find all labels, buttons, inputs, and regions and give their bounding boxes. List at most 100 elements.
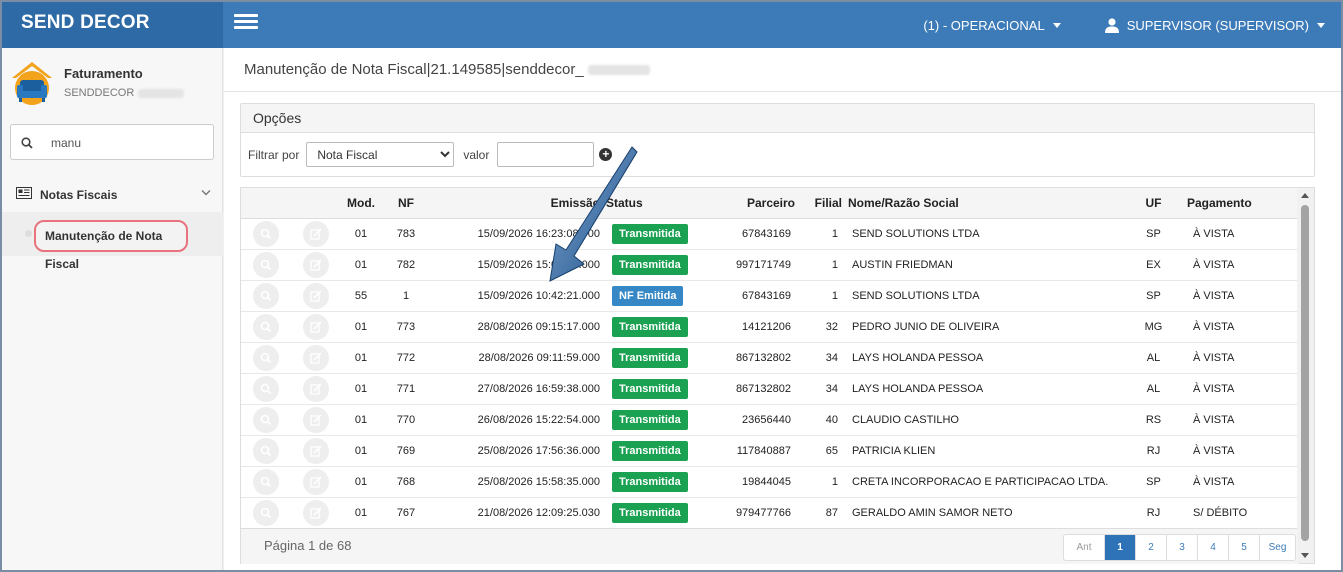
table-row[interactable]: 01 782 15/09/2026 15:05:10.000 Transmitida 9… [241,249,1299,281]
table-row[interactable]: 01 773 28/08/2026 09:15:17.000 Transmitida 1… [241,311,1299,343]
cell-nf: 782 [381,249,431,281]
table-row[interactable]: 01 769 25/08/2026 17:56:36.000 Transmitida 1… [241,435,1299,467]
plus-circle-icon[interactable]: + [599,148,613,161]
cell-pagamento: À VISTA [1181,466,1299,498]
table-row[interactable]: 01 772 28/08/2026 09:11:59.000 Transmitida 8… [241,342,1299,374]
column-header-uf[interactable]: UF [1126,188,1181,219]
pagination-page[interactable]: 1 [1104,535,1135,560]
table-row[interactable]: 01 771 27/08/2026 16:59:38.000 Transmitida 8… [241,373,1299,405]
sidebar-item-manutencao-nota-fiscal[interactable]: Manutenção de Nota Fiscal [34,220,188,271]
menu-group-notas-fiscais[interactable]: Notas Fiscais [2,178,223,210]
column-header-parceiro[interactable]: Parceiro [706,188,801,219]
view-button[interactable] [253,499,279,526]
main-content: Manutenção de Nota Fiscal|21.149585|send… [224,48,1341,570]
cell-pagamento: À VISTA [1181,311,1299,343]
column-header-filial[interactable]: Filial [801,188,846,219]
cell-uf: RJ [1126,435,1181,467]
pagination-page[interactable]: 5 [1228,535,1259,560]
cell-emissao: 21/08/2026 12:09:25.030 [431,497,606,529]
user-dropdown[interactable]: SUPERVISOR (SUPERVISOR) [1104,18,1325,33]
table-row[interactable]: 01 770 26/08/2026 15:22:54.000 Transmitida 2… [241,404,1299,436]
view-button[interactable] [253,220,279,247]
status-badge: Transmitida [612,471,688,492]
edit-cell [291,311,341,343]
hamburger-icon[interactable] [234,14,258,32]
context-dropdown[interactable]: (1) - OPERACIONAL [923,18,1061,33]
view-button[interactable] [253,282,279,309]
top-bar: SEND DECOR (1) - OPERACIONAL SUPERVISOR … [2,2,1341,48]
magnifier-icon [260,383,272,394]
value-input[interactable] [497,142,595,167]
cell-parceiro: 14121206 [706,311,801,343]
pagination-page[interactable]: 4 [1197,535,1228,560]
edit-button[interactable] [303,499,329,526]
scroll-up-icon[interactable] [1301,193,1309,198]
status-badge: Transmitida [612,378,688,399]
scroll-down-icon[interactable] [1301,553,1309,558]
cell-parceiro: 867132802 [706,342,801,374]
column-header-emissao[interactable]: Emissão [431,188,606,219]
pagination-prev[interactable]: Ant [1064,535,1104,560]
edit-button[interactable] [303,375,329,402]
edit-button[interactable] [303,344,329,371]
options-title: Opções [241,104,1314,133]
cell-emissao: 25/08/2026 15:58:35.000 [431,466,606,498]
pagination-next[interactable]: Seg [1259,535,1295,560]
cell-emissao: 15/09/2026 10:42:21.000 [431,280,606,312]
view-button[interactable] [253,437,279,464]
cell-emissao: 28/08/2026 09:15:17.000 [431,311,606,343]
pagination-page[interactable]: 3 [1166,535,1197,560]
edit-button[interactable] [303,406,329,433]
cell-parceiro: 67843169 [706,280,801,312]
view-button[interactable] [253,375,279,402]
cell-nf: 769 [381,435,431,467]
status-cell: Transmitida [606,466,706,498]
scroll-thumb[interactable] [1301,205,1309,541]
pagination: Ant 1 2 3 4 5 Seg [1063,534,1296,561]
view-button[interactable] [253,468,279,495]
table-row[interactable]: 55 1 15/09/2026 10:42:21.000 NF Emitida 6784… [241,280,1299,312]
profile-title: Faturamento [64,66,143,81]
table-row[interactable]: 01 768 25/08/2026 15:58:35.000 Transmitida 1… [241,466,1299,498]
cell-filial: 34 [801,373,846,405]
cell-emissao: 15/09/2026 16:23:08.000 [431,218,606,250]
menu-group-label: Notas Fiscais [40,188,118,202]
cell-emissao: 26/08/2026 15:22:54.000 [431,404,606,436]
cell-parceiro: 979477766 [706,497,801,529]
edit-cell [291,435,341,467]
edit-button[interactable] [303,313,329,340]
cell-parceiro: 19844045 [706,466,801,498]
cell-pagamento: À VISTA [1181,373,1299,405]
column-header-status[interactable]: Status [606,188,706,219]
view-button[interactable] [253,406,279,433]
edit-icon [310,506,322,519]
edit-button[interactable] [303,282,329,309]
brand-logo[interactable]: SEND DECOR [2,2,223,48]
cell-nome: AUSTIN FRIEDMAN [846,249,1126,281]
filter-select[interactable]: Nota Fiscal [306,142,455,167]
edit-button[interactable] [303,468,329,495]
menu-search-input[interactable] [51,133,201,153]
view-cell [241,497,291,529]
view-button[interactable] [253,344,279,371]
edit-button[interactable] [303,220,329,247]
view-button[interactable] [253,313,279,340]
cell-mod: 01 [341,249,381,281]
chevron-down-icon [201,190,211,196]
table-body: 01 783 15/09/2026 16:23:08.000 Transmitida 6… [241,218,1299,529]
pagination-page[interactable]: 2 [1135,535,1166,560]
column-header-mod[interactable]: Mod. [341,188,381,219]
view-button[interactable] [253,251,279,278]
edit-button[interactable] [303,251,329,278]
column-header-pagamento[interactable]: Pagamento [1181,188,1299,219]
app-window: SEND DECOR (1) - OPERACIONAL SUPERVISOR … [0,0,1343,572]
vertical-scrollbar[interactable] [1297,188,1314,563]
caret-down-icon [1052,22,1061,28]
edit-button[interactable] [303,437,329,464]
cell-pagamento: À VISTA [1181,249,1299,281]
cell-nf: 767 [381,497,431,529]
column-header-nf[interactable]: NF [381,188,431,219]
column-header-nome[interactable]: Nome/Razão Social [846,188,1126,219]
table-row[interactable]: 01 783 15/09/2026 16:23:08.000 Transmitida 6… [241,218,1299,250]
table-row[interactable]: 01 767 21/08/2026 12:09:25.030 Transmitida 9… [241,497,1299,529]
